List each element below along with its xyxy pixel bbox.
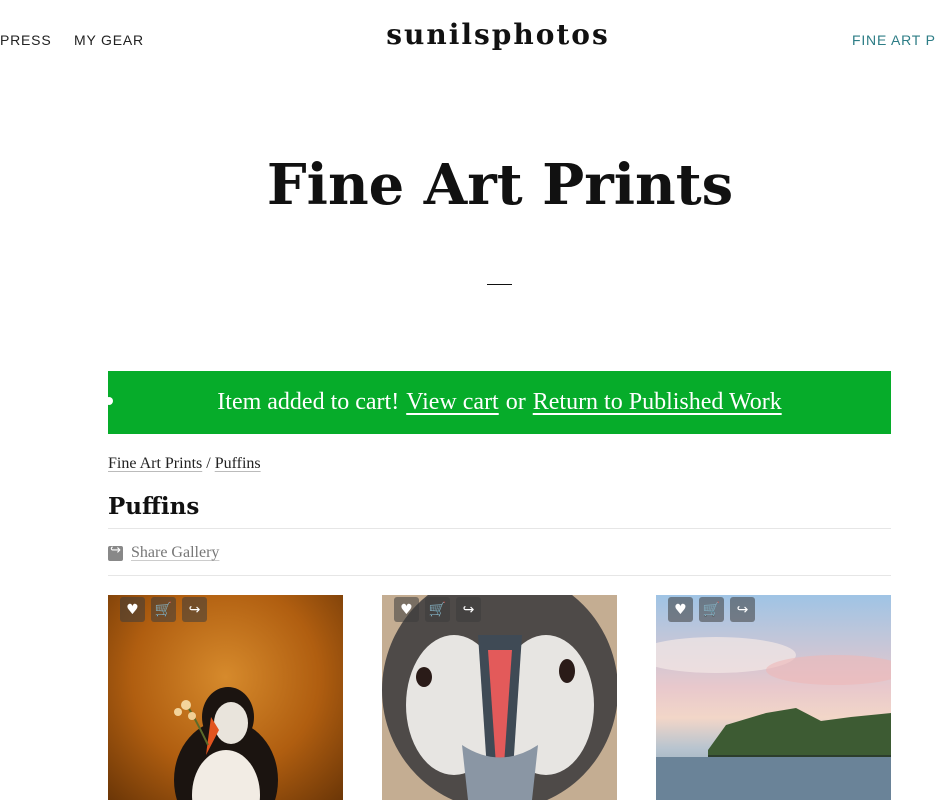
share-gallery-button[interactable]: Share Gallery: [108, 543, 220, 562]
divider: [108, 528, 891, 529]
banner-marker: [105, 397, 113, 405]
gallery-photo-coastal-island[interactable]: ♥ 🛒 ↪: [656, 595, 891, 800]
add-to-cart-icon[interactable]: 🛒: [151, 597, 176, 622]
breadcrumb: Fine Art Prints / Puffins: [108, 455, 261, 473]
nav-item-fine-art-prints[interactable]: FINE ART PR: [852, 32, 936, 48]
breadcrumb-separator: /: [206, 455, 211, 472]
tile-actions: ♥ 🛒 ↪: [668, 597, 755, 622]
breadcrumb-puffins[interactable]: Puffins: [215, 455, 261, 472]
puffin-closeup-image: [382, 595, 617, 800]
alert-or-text: or: [505, 389, 526, 415]
puffin-photo-image: [174, 687, 278, 800]
share-photo-icon[interactable]: ↪: [456, 597, 481, 622]
page-title: Fine Art Prints: [266, 152, 734, 218]
share-icon: [108, 543, 123, 561]
gallery-title: Puffins: [108, 493, 200, 520]
favorite-heart-icon[interactable]: ♥: [668, 597, 693, 622]
cart-notification-banner: Item added to cart! View cart or Return …: [105, 371, 891, 434]
add-to-cart-icon[interactable]: 🛒: [699, 597, 724, 622]
gallery-photo-puffin-closeup[interactable]: ♥ 🛒 ↪: [382, 595, 617, 800]
site-logo[interactable]: sunilsphotos: [0, 18, 936, 51]
island-seascape-image: [656, 637, 891, 800]
favorite-heart-icon[interactable]: ♥: [120, 597, 145, 622]
share-photo-icon[interactable]: ↪: [730, 597, 755, 622]
favorite-heart-icon[interactable]: ♥: [394, 597, 419, 622]
return-to-published-work-link[interactable]: Return to Published Work: [533, 389, 782, 416]
divider: [108, 575, 891, 576]
add-to-cart-icon[interactable]: 🛒: [425, 597, 450, 622]
cart-added-message: Item added to cart!: [217, 389, 400, 415]
share-photo-icon[interactable]: ↪: [182, 597, 207, 622]
tile-actions: ♥ 🛒 ↪: [120, 597, 207, 622]
share-gallery-label: Share Gallery: [131, 544, 220, 561]
tile-actions: ♥ 🛒 ↪: [394, 597, 481, 622]
breadcrumb-fine-art-prints[interactable]: Fine Art Prints: [108, 455, 202, 472]
title-divider: [487, 284, 512, 285]
gallery-photo-puffin-with-flowers[interactable]: ♥ 🛒 ↪: [108, 595, 343, 800]
view-cart-link[interactable]: View cart: [406, 389, 499, 416]
